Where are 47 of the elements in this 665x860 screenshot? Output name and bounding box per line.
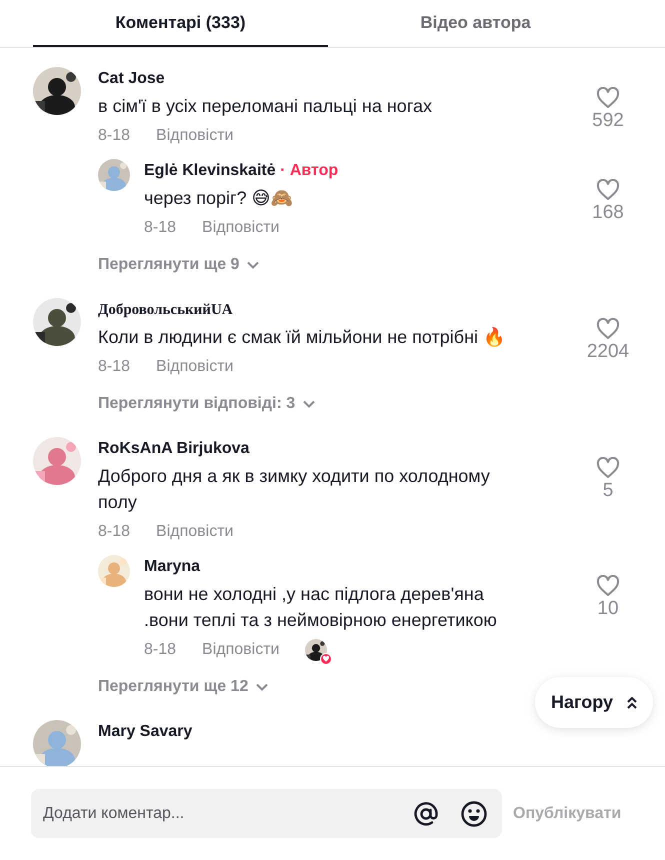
like-count: 592 (592, 109, 624, 133)
reply-link[interactable]: Відповісти (156, 125, 234, 147)
like-count: 168 (592, 201, 624, 225)
heart-icon[interactable] (596, 318, 620, 340)
author-name[interactable]: Cat Jose (98, 70, 165, 87)
chevron-down-icon (256, 683, 268, 691)
comment-date: 8-18 (144, 640, 176, 660)
chevron-down-icon (247, 261, 260, 269)
comment-date: 8-18 (98, 126, 130, 146)
tab[interactable]: Коментарі (333) (33, 0, 328, 47)
view-replies-button[interactable]: Переглянути ще 9 (98, 253, 260, 277)
author-name[interactable]: Eglė Klevinskaitė (144, 162, 276, 179)
reply-link[interactable]: Відповісти (202, 217, 280, 239)
double-chevron-up-icon (627, 696, 637, 708)
reply-link[interactable]: Відповісти (156, 521, 234, 543)
comment-text: Коли в людини є смак їй мільйони не потрібні 🔥 (98, 326, 506, 349)
author-name[interactable]: Maryna (144, 558, 200, 575)
back-to-top-button[interactable]: Нагору (534, 677, 653, 728)
chevron-down-icon (303, 400, 316, 408)
comment-field[interactable]: Додати коментар... (31, 789, 502, 838)
like-count: 10 (597, 597, 619, 621)
heart-icon[interactable] (596, 575, 620, 597)
author-label: · Автор (280, 162, 338, 179)
comment-input[interactable]: Додати коментар... (43, 802, 392, 826)
emoji-icon[interactable] (460, 800, 488, 828)
comment-text: в сім'ї в усіх переломані пальці на ногах (98, 95, 433, 118)
comment-text: Доброго дня а як в зимку ходити по холодному полу (98, 465, 491, 514)
reply-link[interactable]: Відповісти (156, 356, 234, 378)
tab[interactable]: Відео автора (328, 0, 623, 47)
comment-date: 8-18 (98, 357, 130, 377)
comment-date: 8-18 (144, 218, 176, 238)
mention-icon[interactable] (412, 800, 440, 828)
like-count: 5 (602, 479, 614, 503)
author-name[interactable]: Mary Savary (98, 723, 192, 740)
view-replies-button[interactable]: Переглянути відповіді: 3 (98, 392, 316, 416)
heart-icon[interactable] (596, 87, 620, 109)
heart-icon[interactable] (596, 179, 620, 201)
comment-date: 8-18 (98, 522, 130, 542)
heart-icon[interactable] (596, 457, 620, 479)
comment-text: вони не холодні ,у нас підлога дерев'яна .вони теплі та з неймовірною енергетикою (144, 583, 498, 632)
like-count: 2204 (586, 340, 630, 364)
author-name[interactable]: ДобровольськийUA (98, 302, 233, 318)
view-replies-button[interactable]: Переглянути ще 12 (98, 675, 268, 699)
comment-text: через поріг? 😅🙈 (144, 187, 294, 210)
heart-icon (320, 653, 332, 665)
author-name[interactable]: RoKsAnA Birjukova (98, 440, 250, 457)
reply-link[interactable]: Відповісти (202, 639, 280, 661)
